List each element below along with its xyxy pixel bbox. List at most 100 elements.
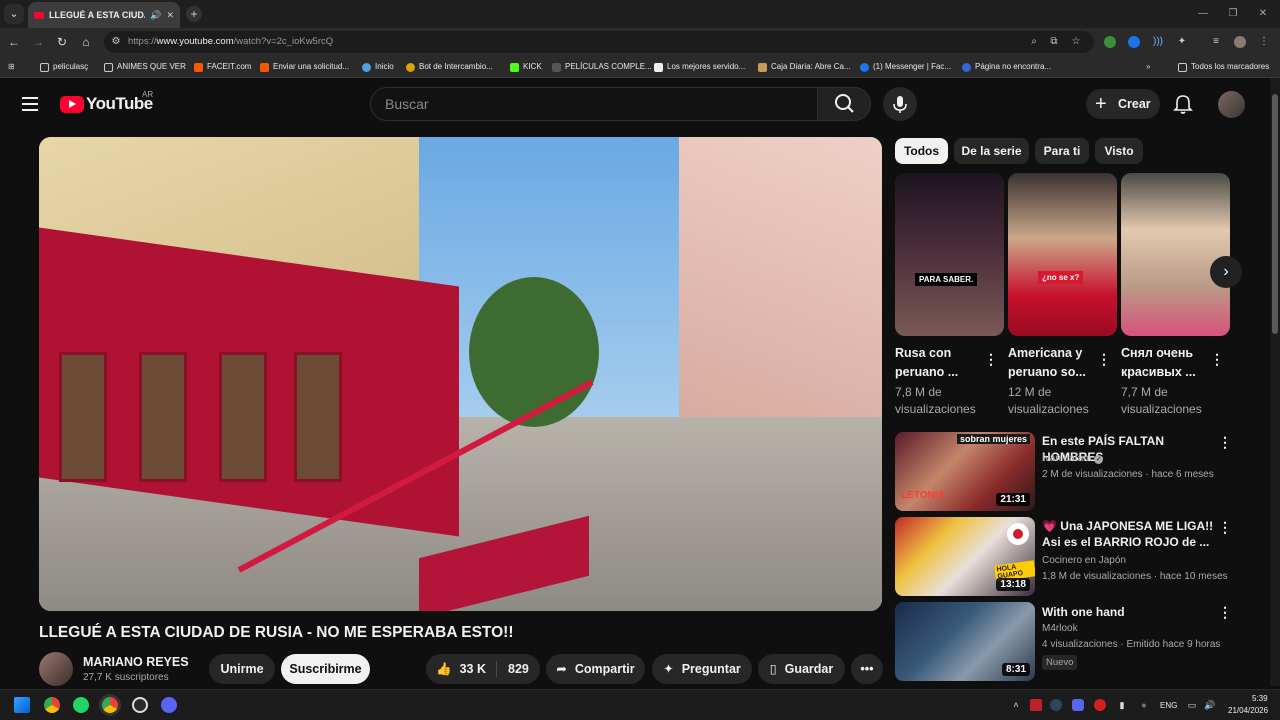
clock-time[interactable]: 5:39 [1252,694,1268,703]
video-thumbnail[interactable]: 8:31 [895,602,1035,681]
more-actions-button[interactable]: ••• [851,654,883,684]
tray-overflow-icon[interactable]: ˄ [1010,699,1022,711]
chrome-icon[interactable] [44,697,60,713]
windows-start-icon[interactable] [14,697,30,713]
maximize-window-button[interactable]: ❐ [1218,0,1248,28]
zoom-icon[interactable]: ⌕ [1028,36,1040,48]
extension-wave-icon[interactable]: ))) [1152,36,1164,48]
youtube-logo[interactable]: YouTube AR [60,90,153,114]
language-indicator[interactable]: ENG [1160,701,1177,710]
chip-para-ti[interactable]: Para ti [1035,138,1089,164]
home-button[interactable]: ⌂ [78,34,94,50]
network-icon[interactable]: ▭ [1186,699,1198,711]
steam-icon[interactable] [132,697,148,713]
whatsapp-icon[interactable] [73,697,89,713]
bookmark-item[interactable]: FACEIT.com [194,56,251,78]
short-title[interactable]: Rusa con peruano ... [895,344,990,382]
scrollbar-thumb[interactable] [1272,94,1278,334]
join-button[interactable]: Unirme [209,654,275,684]
minimize-window-button[interactable]: — [1188,0,1218,28]
recommended-channel[interactable]: Cocinero en Japón [1042,555,1126,566]
create-button[interactable]: + Crear [1086,89,1160,119]
video-thumbnail[interactable]: HOLA GUAPO 13:18 [895,517,1035,596]
volume-icon[interactable]: 🔊 [1204,699,1216,711]
apps-grid-icon[interactable]: ⊞ [8,56,15,78]
bookmark-item[interactable]: (1) Messenger | Fac... [860,56,951,78]
speaker-icon[interactable]: 🔊 [150,10,161,21]
all-bookmarks-folder[interactable]: Todos los marcadores [1178,56,1269,78]
recommended-title[interactable]: 💗 Una JAPONESA ME LIGA!! Asi es el BARRI… [1042,518,1217,550]
profile-avatar-icon[interactable] [1234,36,1246,48]
thumbs-up-icon[interactable]: 👍 [436,654,452,684]
chip-de-la-serie[interactable]: De la serie [954,138,1029,164]
bookmark-item[interactable]: Inicio [362,56,394,78]
bookmark-item[interactable]: ANIMES QUE VER [104,56,186,78]
discord-icon[interactable] [161,697,177,713]
page-scrollbar[interactable] [1270,78,1280,686]
clock-date[interactable]: 21/04/2026 [1228,706,1268,715]
site-info-icon[interactable]: ⚙ [110,36,122,48]
close-window-button[interactable]: ✕ [1248,0,1278,28]
chip-visto[interactable]: Visto [1095,138,1143,164]
bookmark-item[interactable]: Los mejores servido... [654,56,745,78]
voice-search-button[interactable] [883,87,917,121]
short-title[interactable]: Снял очень красивых ... [1121,344,1216,382]
bookmark-item[interactable]: Caja Diaria: Abre Ca... [758,56,851,78]
bookmark-item[interactable]: peliculasç [40,56,88,78]
ask-button[interactable]: ✦ Preguntar [652,654,752,684]
extension-globe-icon[interactable] [1128,36,1140,48]
short-thumbnail[interactable]: PARA SABER. [895,173,1004,336]
share-button[interactable]: ➦ Compartir [546,654,645,684]
recommended-channel[interactable]: M4rlook [1042,623,1078,634]
tray-shield-icon[interactable] [1094,699,1106,711]
save-button[interactable]: ▯ Guardar [758,654,845,684]
back-button[interactable]: ← [6,34,22,50]
like-count[interactable]: 33 K [460,662,486,676]
new-tab-button[interactable]: + [186,6,202,22]
extension-shield-icon[interactable] [1104,36,1116,48]
extensions-puzzle-icon[interactable]: ✦ [1176,36,1188,48]
chrome-active-icon[interactable] [102,697,118,713]
video-menu-icon[interactable]: ⋮ [1218,520,1232,534]
channel-avatar[interactable] [39,652,73,686]
notifications-bell-icon[interactable] [1172,93,1194,115]
reading-list-icon[interactable]: ≡ [1210,36,1222,48]
install-app-icon[interactable]: ⧉ [1048,36,1060,48]
channel-name[interactable]: MARIANO REYES [83,655,189,669]
close-tab-icon[interactable]: ✕ [166,10,174,21]
address-bar[interactable]: ⚙ https://www.youtube.com/watch?v=2c_ioK… [104,31,1094,53]
bookmark-star-icon[interactable]: ☆ [1070,36,1082,48]
recommended-title[interactable]: With one hand [1042,604,1217,620]
comment-count[interactable]: 829 [508,654,529,684]
video-menu-icon[interactable]: ⋮ [1218,435,1232,449]
search-button[interactable] [817,87,871,121]
tray-usb-icon[interactable]: ▮ [1116,699,1128,711]
account-avatar[interactable] [1218,91,1245,118]
video-menu-icon[interactable]: ⋮ [1218,605,1232,619]
browser-menu-icon[interactable]: ⋮ [1258,36,1270,48]
tray-discord-icon[interactable] [1072,699,1084,711]
forward-button[interactable]: → [30,34,46,50]
short-menu-icon[interactable]: ⋮ [984,352,998,366]
short-menu-icon[interactable]: ⋮ [1210,352,1224,366]
video-player[interactable] [39,137,882,611]
bookmark-item[interactable]: Bot de Intercambio... [406,56,493,78]
tray-mic-icon[interactable]: ● [1138,699,1150,711]
tray-app-icon[interactable] [1030,699,1042,711]
bookmark-item[interactable]: KICK [510,56,542,78]
bookmark-item[interactable]: Página no encontra... [962,56,1051,78]
shorts-next-button[interactable]: › [1210,256,1242,288]
reload-button[interactable]: ↻ [54,34,70,50]
recommended-channel[interactable]: Iván Latam ✓ [1042,453,1104,464]
short-thumbnail[interactable] [1121,173,1230,336]
search-input[interactable]: Buscar [370,87,818,121]
short-menu-icon[interactable]: ⋮ [1097,352,1111,366]
more-bookmarks-icon[interactable]: » [1146,56,1150,78]
short-title[interactable]: Americana y peruano so... [1008,344,1103,382]
tab-search-button[interactable]: ⌄ [4,4,24,24]
video-thumbnail[interactable]: sobran mujeres LETONIA 21:31 [895,432,1035,511]
chip-todos[interactable]: Todos [895,138,948,164]
browser-tab-active[interactable]: LLEGUÉ A ESTA CIUDAD DE 🔊 ✕ [28,2,180,28]
tray-steam-icon[interactable] [1050,699,1062,711]
subscribe-button[interactable]: Suscribirme [281,654,370,684]
